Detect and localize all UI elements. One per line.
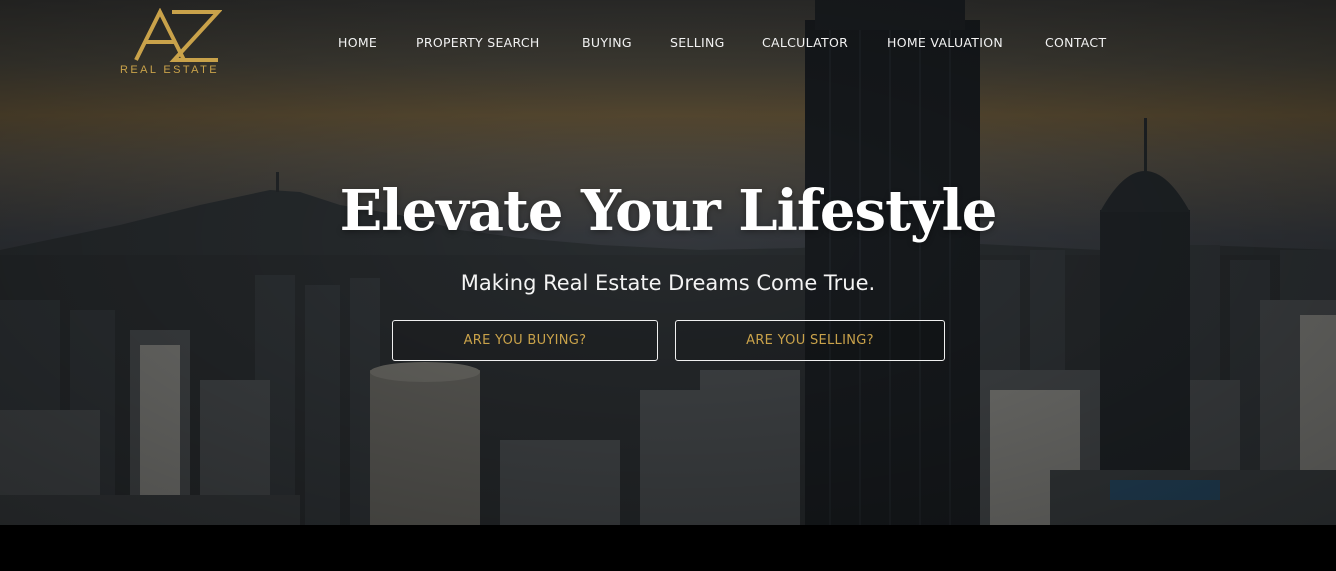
- nav-buying[interactable]: BUYING: [582, 35, 632, 50]
- page-bottom-bar: [0, 525, 1336, 571]
- nav-property-search[interactable]: PROPERTY SEARCH: [416, 35, 540, 50]
- hero-headline: Elevate Your Lifestyle: [339, 178, 998, 244]
- hero-section: [0, 0, 1336, 525]
- az-monogram-logo: [134, 8, 222, 62]
- site-logo[interactable]: REAL ESTATE: [118, 8, 234, 78]
- are-you-buying-button[interactable]: ARE YOU BUYING?: [392, 320, 658, 361]
- nav-selling[interactable]: SELLING: [670, 35, 725, 50]
- nav-contact[interactable]: CONTACT: [1045, 35, 1106, 50]
- nav-home-valuation[interactable]: HOME VALUATION: [887, 35, 1003, 50]
- nav-calculator[interactable]: CALCULATOR: [762, 35, 848, 50]
- are-you-selling-button[interactable]: ARE YOU SELLING?: [675, 320, 945, 361]
- logo-wordmark: REAL ESTATE: [120, 64, 219, 76]
- hero-overlay: [0, 0, 1336, 525]
- nav-home[interactable]: HOME: [338, 35, 377, 50]
- hero-subheadline: Making Real Estate Dreams Come True.: [460, 271, 876, 295]
